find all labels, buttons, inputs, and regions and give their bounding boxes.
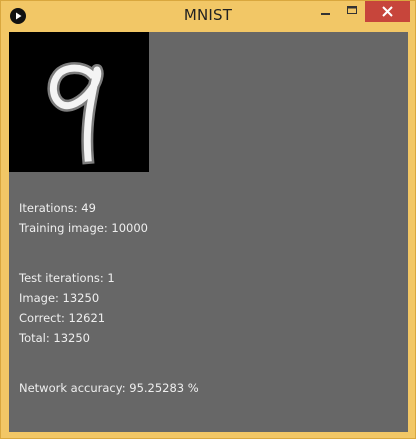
- mnist-window: MNIST Iterations: 49 Training image: 100…: [0, 0, 416, 439]
- training-image-label: Training image: 10000: [19, 221, 148, 235]
- maximize-icon: [347, 6, 357, 14]
- iterations-label: Iterations: 49: [19, 201, 96, 215]
- handwritten-digit-9-image: [9, 32, 149, 172]
- title-bar[interactable]: MNIST: [1, 1, 415, 31]
- test-iterations-label: Test iterations: 1: [19, 271, 115, 285]
- total-label: Total: 13250: [19, 331, 90, 345]
- close-icon: [382, 6, 393, 17]
- correct-label: Correct: 12621: [19, 311, 106, 325]
- client-area: Iterations: 49 Training image: 10000 Tes…: [9, 32, 408, 432]
- network-accuracy-label: Network accuracy: 95.25283 %: [19, 381, 199, 395]
- close-button[interactable]: [365, 1, 410, 22]
- image-label: Image: 13250: [19, 291, 100, 305]
- minimize-button[interactable]: [312, 1, 338, 22]
- minimize-icon: [321, 13, 330, 15]
- maximize-button[interactable]: [339, 1, 365, 22]
